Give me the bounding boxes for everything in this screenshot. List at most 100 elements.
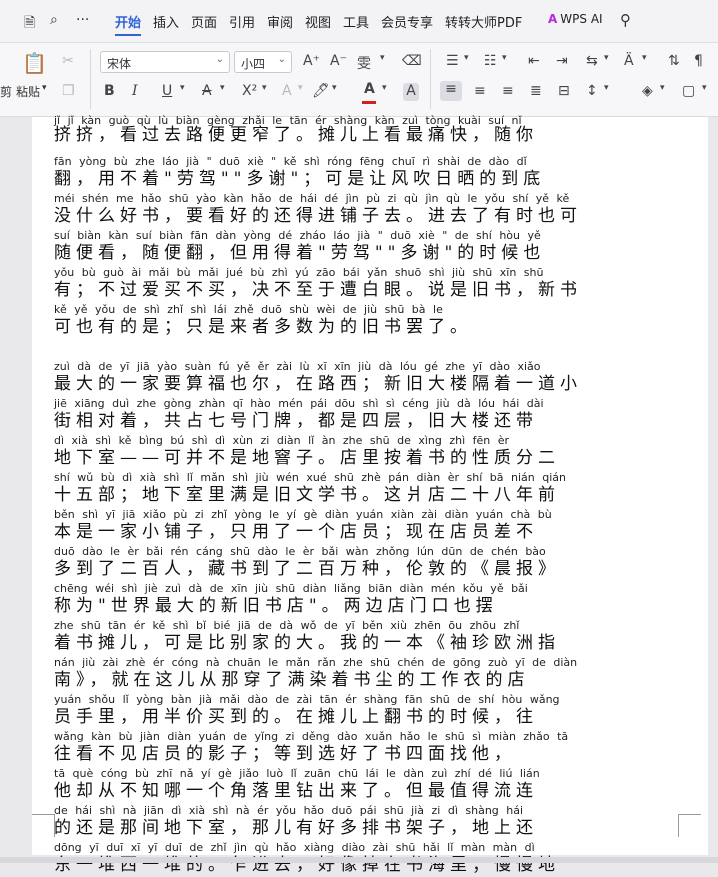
paste-dropdown-icon[interactable]: ▾ <box>42 83 47 93</box>
save-icon[interactable]: 🗎 <box>24 12 35 36</box>
borders-dropdown-icon[interactable]: ▾ <box>702 83 707 93</box>
chinese-layout-dropdown-icon[interactable]: ▾ <box>642 53 647 63</box>
chinese-text[interactable]: 称为"世界最大的新旧书店"。两边店门口也摆 <box>54 596 684 616</box>
underline-dropdown-icon[interactable]: ▾ <box>180 83 185 93</box>
italic-button[interactable]: I <box>132 83 138 99</box>
highlight-color-icon[interactable]: 🖊 <box>312 83 330 99</box>
chinese-text[interactable]: 的还是那间地下室，那儿有好多排书架子，地上还 <box>54 818 684 838</box>
text-direction-dropdown-icon[interactable]: ▾ <box>604 53 609 63</box>
chinese-text[interactable]: 十五部；地下室里满是旧文学书。这爿店二十八年前 <box>54 485 684 505</box>
line-spacing-dropdown-icon[interactable]: ▾ <box>604 83 609 93</box>
cut-icon[interactable]: ✂ <box>62 53 74 69</box>
shading-dropdown-icon[interactable]: ▾ <box>660 83 665 93</box>
align-right-icon[interactable]: ≡ <box>502 83 514 99</box>
chinese-text[interactable]: 地下室——可并不是地窨子。店里按着书的性质分二 <box>54 448 684 468</box>
chinese-text[interactable]: 多到了二百人，藏书到了二百万种，伦敦的《晨报》 <box>54 559 684 579</box>
tab-start[interactable]: 开始 <box>115 12 141 31</box>
chinese-text[interactable]: 翻，用不着"劳驾""多谢"；可是让风吹日晒的到底 <box>54 169 684 189</box>
tab-review[interactable]: 审阅 <box>267 12 293 31</box>
bullet-list-icon[interactable]: ☰ <box>446 53 459 69</box>
chinese-text[interactable]: 着书摊儿，可是比别家的大。我的一本《袖珍欧洲指 <box>54 633 684 653</box>
borders-icon[interactable]: ▢ <box>682 83 695 99</box>
justify-icon[interactable]: ≣ <box>530 83 542 99</box>
text-effect-icon[interactable]: A <box>282 83 292 99</box>
text-line[interactable]: wǎng kàn bù jiàn diàn yuán de yǐng zi dě… <box>54 729 684 766</box>
bold-button[interactable]: B <box>104 83 115 99</box>
font-name-select[interactable]: 宋体 ⌄ <box>100 51 230 73</box>
clear-format-icon[interactable]: ⌫ <box>402 53 422 69</box>
text-line[interactable]: yǒu bù guò ài mǎi bù mǎi jué bù zhì yú z… <box>54 265 684 302</box>
superscript-dropdown-icon[interactable]: ▾ <box>262 83 267 93</box>
chinese-text[interactable]: 往看不见店员的影子；等到选好了书四面找他， <box>54 744 684 764</box>
text-direction-icon[interactable]: ⇆ <box>586 53 598 69</box>
tab-member[interactable]: 会员专享 <box>381 12 433 31</box>
text-line[interactable]: jiē xiāng duì zhe gòng zhàn qī hào mén p… <box>54 396 684 433</box>
strikethrough-button[interactable]: A <box>202 83 212 99</box>
bullet-dropdown-icon[interactable]: ▾ <box>464 53 469 63</box>
text-line[interactable]: kě yě yǒu de shì zhǐ shì lái zhě duō shù… <box>54 302 684 339</box>
line-spacing-icon[interactable]: ↕ <box>586 83 598 99</box>
align-left-icon[interactable]: ≡ <box>440 81 462 101</box>
chinese-layout-icon[interactable]: Ä <box>624 53 634 69</box>
chinese-text[interactable]: 没什么好书，要看好的还得进铺子去。进去了有时也可 <box>54 206 684 226</box>
chinese-text[interactable]: 他却从不知哪一个角落里钻出来了。但最值得流连 <box>54 781 684 801</box>
phonetic-dropdown-icon[interactable]: ▾ <box>380 53 385 63</box>
chinese-text[interactable]: 有；不过爱买不买，决不至于遭白眼。说是旧书，新书 <box>54 280 684 300</box>
numbered-list-icon[interactable]: ☷ <box>484 53 497 69</box>
tab-insert[interactable]: 插入 <box>153 12 179 31</box>
wps-ai-button[interactable]: A WPS AI <box>548 12 603 26</box>
tab-tools[interactable]: 工具 <box>343 12 369 31</box>
shading-icon[interactable]: ◈ <box>642 83 653 99</box>
font-size-select[interactable]: 小四 ⌄ <box>234 51 292 73</box>
char-shading-button[interactable]: A <box>403 83 419 101</box>
document-page[interactable]: jǐ jǐ kàn guò qù lù biàn gèng zhǎi le tā… <box>32 115 708 875</box>
text-line[interactable]: yuán shǒu lǐ yòng bàn jià mǎi dào de zài… <box>54 692 684 729</box>
chinese-text[interactable]: 可也有的是；只是来者多数为的旧书罢了。 <box>54 317 684 337</box>
text-line[interactable]: duō dào le èr bǎi rén cáng shū dào le èr… <box>54 544 684 581</box>
sort-icon[interactable]: ⇅ <box>668 53 680 69</box>
text-line[interactable]: běn shì yī jiā xiǎo pù zi zhǐ yòng le yí… <box>54 507 684 544</box>
search-icon[interactable]: ⚲ <box>620 11 631 29</box>
superscript-button[interactable]: X² <box>242 83 257 99</box>
align-center-icon[interactable]: ≡ <box>474 83 486 99</box>
phonetic-guide-icon[interactable]: 雯 <box>357 53 371 73</box>
chinese-text[interactable]: 街相对着，共占七号门牌，都是四层，旧大楼还带 <box>54 411 684 431</box>
grow-font-button[interactable]: A⁺ <box>303 53 320 69</box>
numbered-dropdown-icon[interactable]: ▾ <box>502 53 507 63</box>
text-line[interactable]: jǐ jǐ kàn guò qù lù biàn gèng zhǎi le tā… <box>54 115 684 154</box>
strikethrough-dropdown-icon[interactable]: ▾ <box>220 83 225 93</box>
tab-view[interactable]: 视图 <box>305 12 331 31</box>
text-line[interactable]: zhe shū tān ér kě shì bǐ bié jiā de dà w… <box>54 618 684 655</box>
text-line[interactable]: chēng wéi shì jiè zuì dà de xīn jiù shū … <box>54 581 684 618</box>
chinese-text[interactable]: 挤挤，看过去路便更窄了。摊儿上看最痛快，随你 <box>54 125 684 145</box>
shrink-font-button[interactable]: A⁻ <box>330 53 347 69</box>
more-icon[interactable]: ··· <box>76 12 89 28</box>
chinese-text[interactable]: 随便看，随便翻，但用得着"劳驾""多谢"的时候也 <box>54 243 684 263</box>
tab-pdf[interactable]: 转转大师PDF <box>445 12 522 31</box>
text-line[interactable]: tā què cóng bù zhī nǎ yí gè jiǎo luò lǐ … <box>54 766 684 803</box>
chinese-text[interactable]: 本是一家小铺子，只用了一个店员；现在店员差不 <box>54 522 684 542</box>
underline-button[interactable]: U <box>162 83 172 99</box>
text-line[interactable]: zuì dà de yī jiā yào suàn fú yě ěr zài l… <box>54 359 684 396</box>
chinese-text[interactable]: 南》，就在这儿从那穿了满染着书尘的工作衣的店 <box>54 670 684 690</box>
tab-reference[interactable]: 引用 <box>229 12 255 31</box>
document-canvas[interactable]: jǐ jǐ kàn guò qù lù biàn gèng zhǎi le tā… <box>0 115 718 875</box>
text-line[interactable]: shí wǔ bù dì xià shì lǐ mǎn shì jiù wén … <box>54 470 684 507</box>
paste-icon[interactable]: 📋 <box>22 51 47 75</box>
format-painter-icon[interactable]: ⌕ <box>50 12 58 28</box>
chinese-text[interactable]: 最大的一家要算福也尔，在路西；新旧大楼隔着一道小 <box>54 374 684 394</box>
tab-page[interactable]: 页面 <box>191 12 217 31</box>
text-line[interactable]: méi shén me hǎo shū yào kàn hǎo de hái d… <box>54 191 684 228</box>
text-line[interactable]: dì xià shì kě bìng bú shì dì xùn zi diàn… <box>54 433 684 470</box>
show-marks-icon[interactable]: ¶ <box>694 53 703 69</box>
text-line[interactable]: nán jiù zài zhè ér cóng nà chuān le mǎn … <box>54 655 684 692</box>
distributed-icon[interactable]: ⊟ <box>558 83 570 99</box>
text-line[interactable]: de hái shì nà jiān dì xià shì nà ér yǒu … <box>54 803 684 840</box>
text-effect-dropdown-icon[interactable]: ▾ <box>298 83 303 93</box>
document-body[interactable]: jǐ jǐ kàn guò qù lù biàn gèng zhǎi le tā… <box>54 115 684 877</box>
text-line[interactable]: suí biàn kàn suí biàn fān dàn yòng dé zh… <box>54 228 684 265</box>
paste-button[interactable]: 粘贴 <box>16 83 40 100</box>
highlight-dropdown-icon[interactable]: ▾ <box>332 83 337 93</box>
font-color-button[interactable]: A <box>362 81 376 104</box>
copy-icon[interactable]: ❐ <box>62 83 75 99</box>
